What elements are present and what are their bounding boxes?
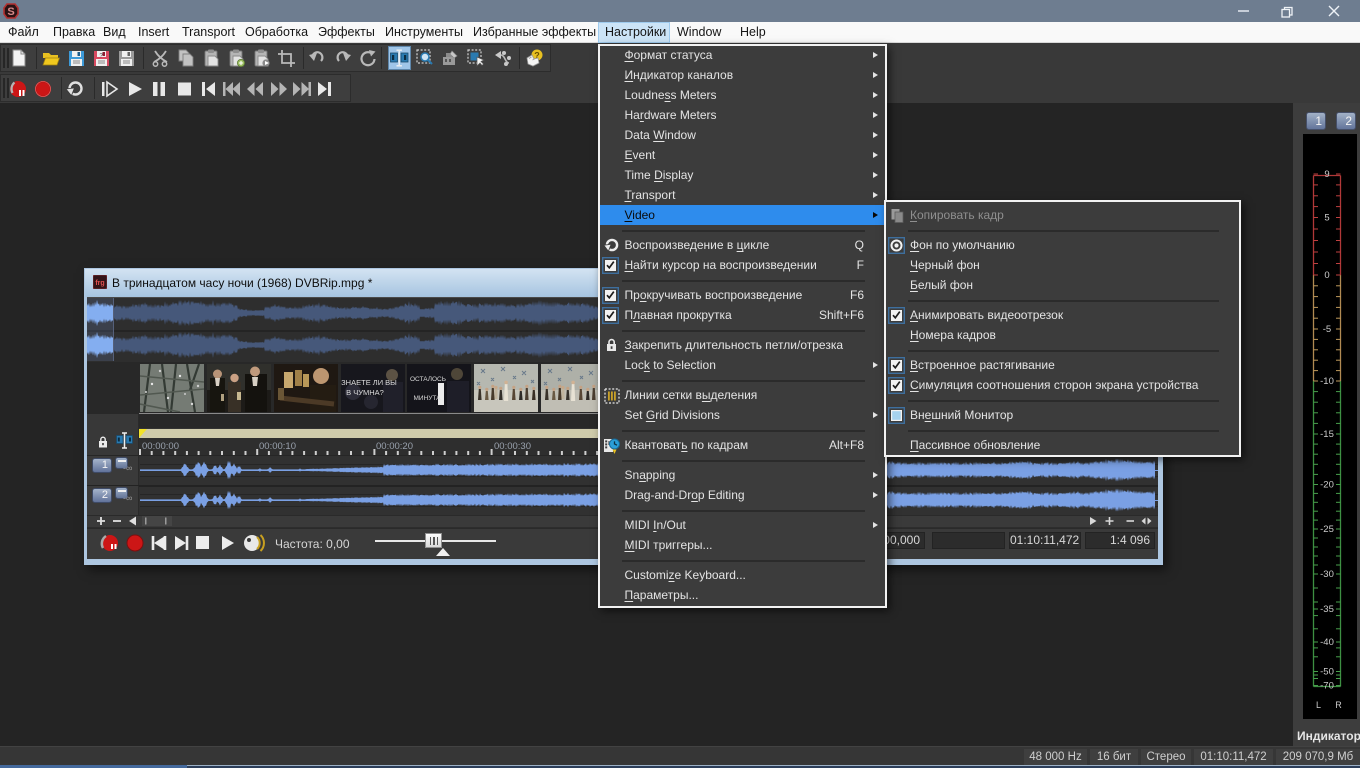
svg-text:5: 5 — [1324, 213, 1329, 224]
svg-text:-35: -35 — [1320, 604, 1334, 615]
svg-text:R: R — [1335, 700, 1342, 710]
svg-text:0: 0 — [1324, 270, 1329, 281]
svg-text:-15: -15 — [1320, 429, 1334, 440]
svg-text:9: 9 — [1324, 169, 1329, 180]
svg-text:-25: -25 — [1320, 524, 1334, 535]
svg-text:-50: -50 — [1320, 667, 1334, 678]
svg-text:-40: -40 — [1320, 637, 1334, 648]
svg-text:-70: -70 — [1320, 681, 1334, 692]
svg-text:L: L — [1316, 700, 1321, 710]
svg-text:-10: -10 — [1320, 376, 1334, 387]
svg-text:-5: -5 — [1323, 324, 1331, 335]
svg-text:-30: -30 — [1320, 569, 1334, 580]
svg-text:-20: -20 — [1320, 480, 1334, 491]
